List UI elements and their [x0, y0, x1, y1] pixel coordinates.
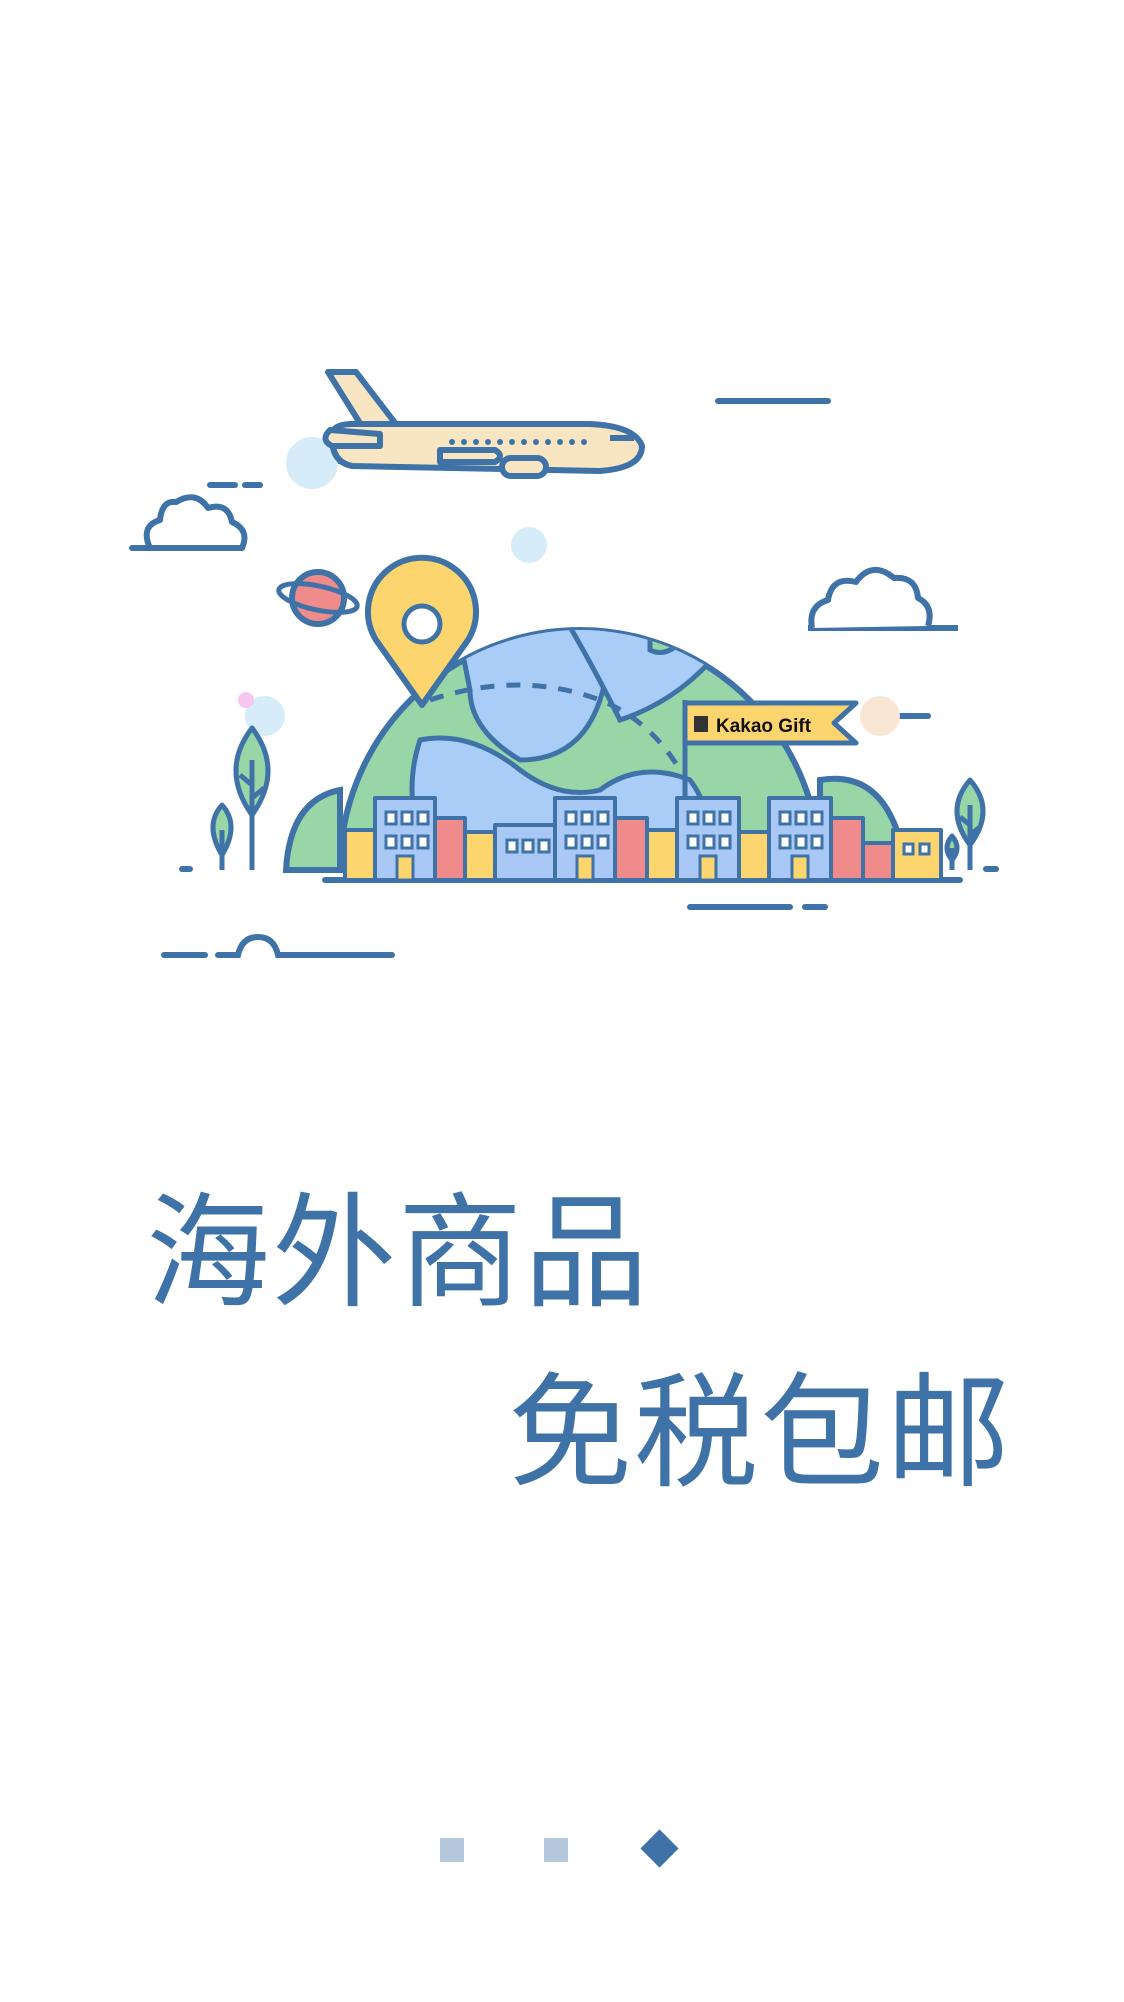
ground-hill [215, 933, 395, 958]
headline-line-1: 海外商品 [146, 1182, 651, 1326]
page-indicator [440, 1820, 700, 1880]
flag-label: Kakao Gift [716, 716, 812, 737]
headline-line-2: 免税包邮 [508, 1362, 1013, 1506]
travel-illustration: Kakao Gift [129, 369, 999, 958]
cloud-icon [129, 494, 958, 631]
planet-icon [276, 569, 360, 627]
page-dot-1[interactable] [440, 1838, 464, 1862]
page-dot-2[interactable] [544, 1838, 568, 1862]
page-dot-3-active[interactable] [640, 1829, 679, 1868]
airplane-icon [322, 369, 645, 479]
